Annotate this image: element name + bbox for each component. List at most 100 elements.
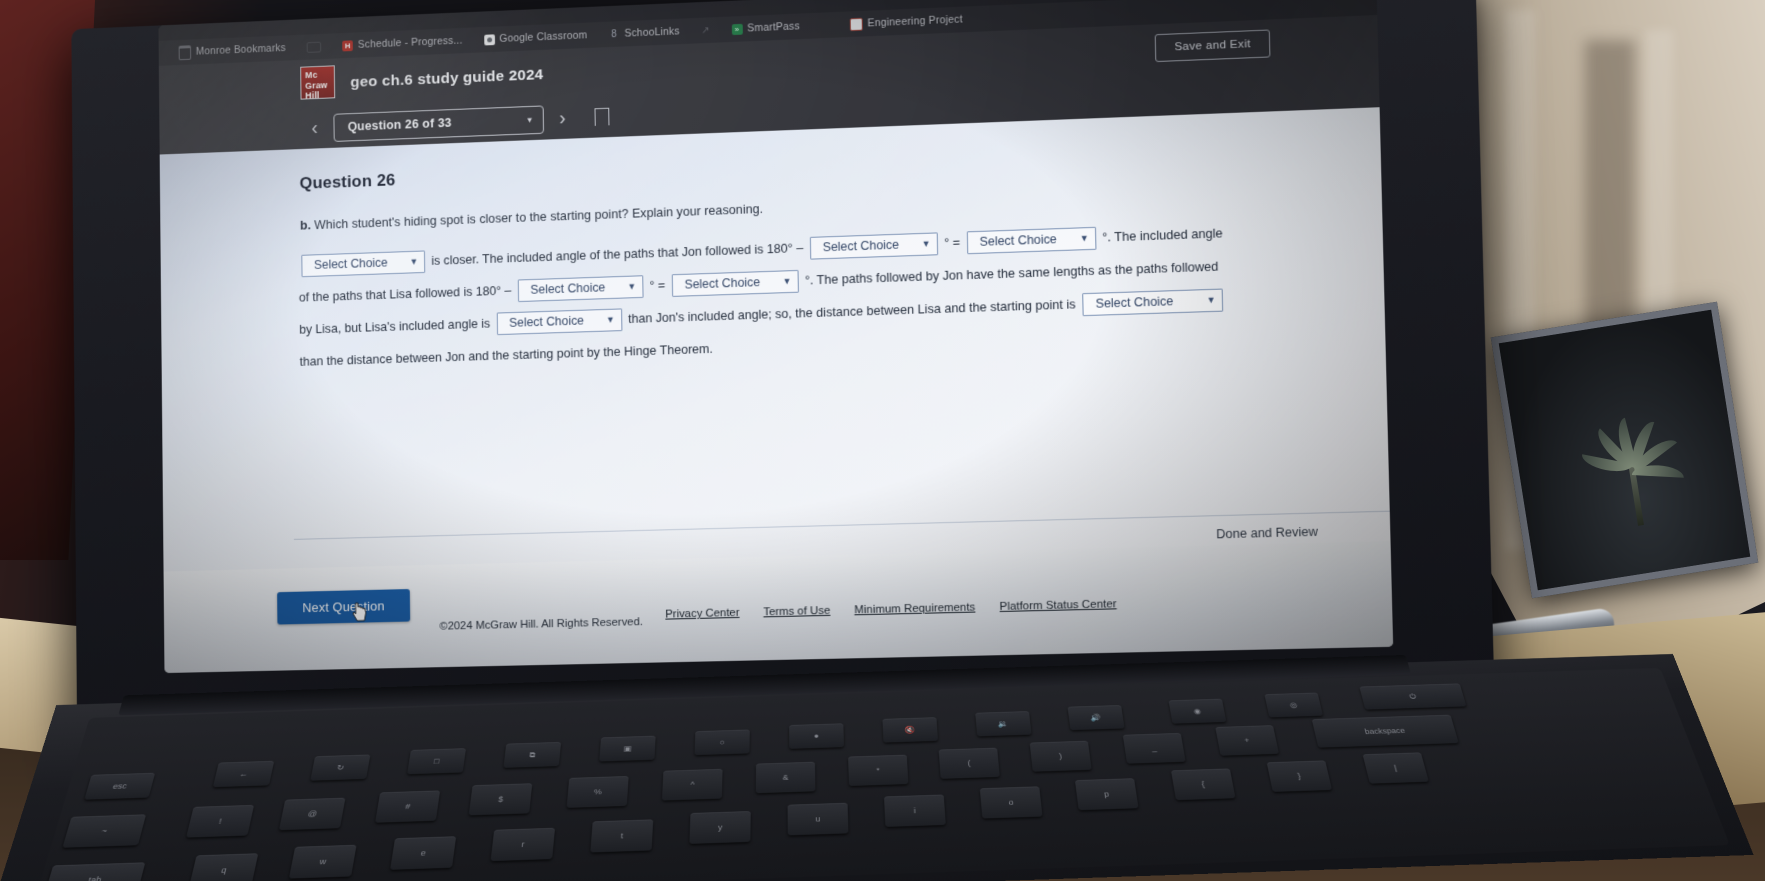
question-selector-label: Question 26 of 33 [347,115,452,134]
smartpass-icon [731,23,743,35]
bookmark-label: SchooLinks [624,25,680,40]
key-y[interactable]: y [689,811,751,844]
key-equals[interactable]: + [1215,725,1280,756]
key-t[interactable]: t [590,819,654,853]
key-fullscreen[interactable]: □ [407,748,467,775]
key-brightness-down[interactable]: ○ [694,729,750,756]
select-choice-6[interactable]: Select Choice ▼ [496,308,622,336]
select-choice-4[interactable]: Select Choice ▼ [517,275,644,303]
chevron-down-icon: ▼ [627,281,637,292]
select-choice-3[interactable]: Select Choice ▼ [966,227,1097,255]
key-o[interactable]: o [979,786,1043,819]
key-backspace[interactable]: backspace [1311,714,1459,748]
key-p[interactable]: p [1074,778,1139,811]
next-question-button[interactable]: Next Question [277,589,411,625]
chevron-right-icon[interactable]: › [555,107,570,129]
chevron-down-icon: ▼ [525,115,534,125]
screen-bezel: Monroe Bookmarks Schedule - Progress... … [158,0,1394,674]
key-1[interactable]: ! [186,804,255,838]
key-backslash[interactable]: | [1362,752,1429,784]
key-volume-down[interactable]: 🔉 [975,711,1032,737]
key-q[interactable]: q [188,853,259,881]
bookmark-label: Google Classroom [499,29,588,45]
key-screenshot[interactable]: ▣ [599,735,656,762]
key-esc[interactable]: esc [84,772,156,800]
page-title: Question 26 [299,170,396,193]
chevron-icon: ↗ [701,24,710,36]
bookmark-chevron[interactable]: ↗ [690,24,720,36]
key-5[interactable]: % [566,775,629,808]
bookmark-schedule-progress[interactable]: Schedule - Progress... [332,34,473,52]
key-r[interactable]: r [490,827,556,862]
footer-link-platform-status-center[interactable]: Platform Status Center [999,598,1116,613]
key-minus[interactable]: _ [1122,732,1186,764]
google-classroom-icon [483,33,495,46]
footer-link-minimum-requirements[interactable]: Minimum Requirements [854,602,975,617]
key-3[interactable]: # [375,790,441,823]
bookmark-label: Engineering Project [867,13,963,30]
select-choice-1[interactable]: Select Choice ▼ [301,250,426,278]
save-and-exit-button[interactable]: Save and Exit [1154,29,1271,63]
key-f12[interactable]: ◎ [1264,692,1324,718]
select-choice-label: Select Choice [530,280,606,297]
key-w[interactable]: w [288,844,357,879]
key-2[interactable]: @ [278,797,346,831]
select-choice-2[interactable]: Select Choice ▼ [809,232,938,260]
key-back[interactable]: ← [212,760,275,788]
bookmark-label: Monroe Bookmarks [195,42,286,58]
bookmark-smartpass[interactable]: SmartPass [721,20,811,36]
select-choice-label: Select Choice [1095,294,1174,311]
bookmark-ghost[interactable] [296,41,332,53]
key-volume-up[interactable]: 🔊 [1067,705,1125,731]
key-backtick[interactable]: ~ [62,814,147,848]
engineering-project-icon [849,17,863,31]
prompt-text: Which student's hiding spot is closer to… [314,202,764,233]
key-bracket-right[interactable]: } [1266,760,1333,792]
answer-text-4: ° = [649,278,669,293]
mcgraw-hill-logo: Mc Graw Hill [300,65,336,100]
key-overview[interactable]: ⧉ [503,741,562,768]
chevron-left-icon[interactable]: ‹ [308,117,322,139]
key-e[interactable]: e [390,836,457,870]
select-choice-7[interactable]: Select Choice ▼ [1082,288,1224,317]
key-bracket-left[interactable]: { [1170,768,1236,801]
chevron-down-icon: ▼ [921,238,931,250]
chevron-down-icon: ▼ [409,256,419,267]
key-brightness-up[interactable]: ● [789,723,845,749]
assignment-title: geo ch.6 study guide 2024 [350,66,544,91]
key-7[interactable]: & [755,761,816,794]
question-prompt: b. Which student's hiding spot is closer… [300,202,763,232]
done-and-review-link[interactable]: Done and Review [1216,525,1318,542]
footer-links: Privacy Center Terms of Use Minimum Requ… [665,598,1117,620]
select-choice-label: Select Choice [313,255,388,273]
select-choice-label: Select Choice [979,232,1057,249]
ghost-bookmark-icon [306,41,322,53]
copyright-text: ©2024 McGraw Hill. All Rights Reserved. [439,616,643,633]
mouse-cursor-icon [353,602,369,622]
key-power[interactable]: ⏻ [1359,683,1467,710]
photograph-of-laptop: Monroe Bookmarks Schedule - Progress... … [0,0,1765,881]
key-9[interactable]: ( [938,747,1000,779]
answer-text-2: ° = [943,235,964,251]
key-u[interactable]: u [787,802,849,836]
key-6[interactable]: ^ [661,768,723,801]
key-f11[interactable]: ◉ [1168,698,1227,724]
key-tab[interactable]: tab [43,862,146,881]
bookmark-engineering-project[interactable]: Engineering Project [838,13,973,32]
bookmark-monroe-bookmarks[interactable]: Monroe Bookmarks [168,40,296,60]
key-i[interactable]: i [884,794,946,827]
bookmark-google-classroom[interactable]: Google Classroom [473,29,598,46]
folder-icon [178,44,192,60]
key-8[interactable]: * [848,754,909,787]
select-choice-5[interactable]: Select Choice ▼ [671,270,799,298]
question-selector-dropdown[interactable]: Question 26 of 33 ▼ [333,104,544,142]
footer-link-privacy-center[interactable]: Privacy Center [665,607,739,621]
chevron-down-icon: ▼ [1206,294,1216,306]
key-0[interactable]: ) [1029,740,1092,772]
footer-link-terms-of-use[interactable]: Terms of Use [763,605,830,619]
key-mute[interactable]: 🔇 [882,717,939,743]
bookmark-icon[interactable] [594,107,610,126]
bookmark-schoolinks[interactable]: 8 SchooLinks [598,25,691,41]
key-reload[interactable]: ↻ [310,754,371,781]
key-4[interactable]: $ [468,783,533,816]
